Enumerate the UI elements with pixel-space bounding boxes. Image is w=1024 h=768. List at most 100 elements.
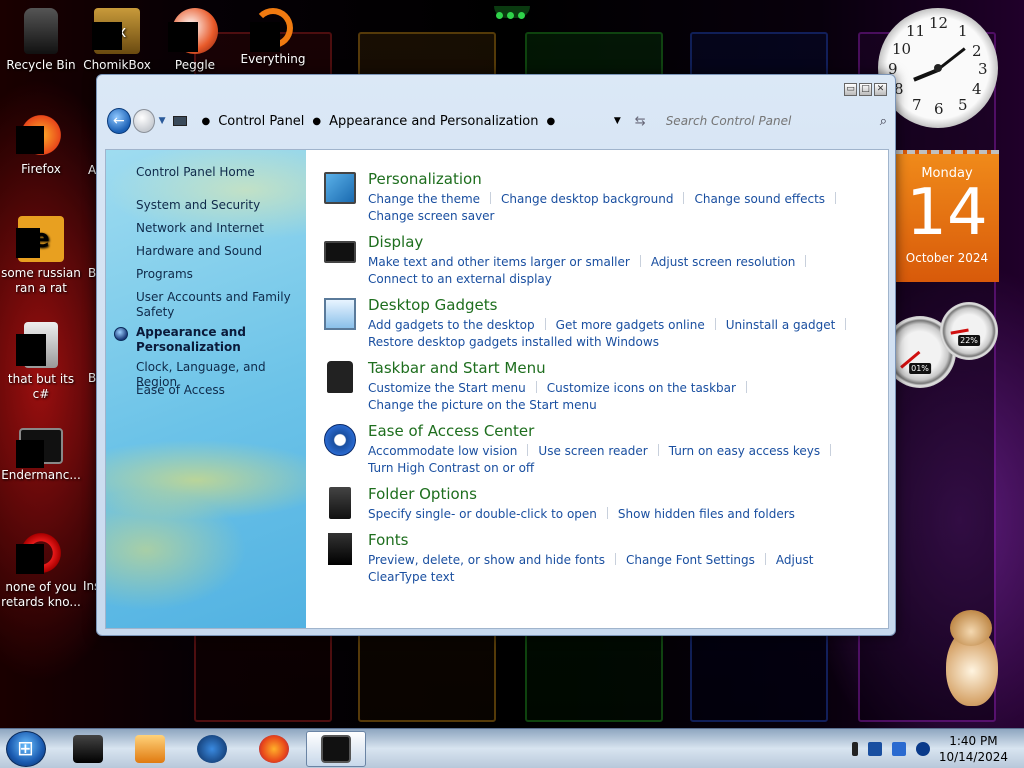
clock-number: 1 bbox=[958, 22, 968, 40]
breadcrumb-control-panel[interactable]: Control Panel bbox=[218, 114, 304, 129]
minimize-button[interactable]: ▭ bbox=[844, 83, 857, 96]
section-title[interactable]: Fonts bbox=[368, 531, 408, 549]
breadcrumb[interactable]: ● Control Panel ● Appearance and Persona… bbox=[173, 109, 563, 133]
address-dropdown[interactable]: ▼ bbox=[614, 116, 621, 126]
link-customize-taskbar-icons[interactable]: Customize icons on the taskbar bbox=[547, 381, 736, 395]
chevron-right-icon[interactable]: ● bbox=[547, 116, 556, 127]
link-screen-resolution[interactable]: Adjust screen resolution bbox=[651, 255, 796, 269]
desktop-icon-label: Everything bbox=[240, 52, 306, 66]
sidebar-item-programs[interactable]: Programs bbox=[136, 267, 301, 282]
memory-meter-gadget[interactable]: 22% bbox=[940, 302, 998, 360]
link-add-gadgets[interactable]: Add gadgets to the desktop bbox=[368, 318, 535, 332]
clock-number: 10 bbox=[892, 40, 912, 58]
calendar-date: 14 bbox=[906, 176, 988, 250]
sidebar-item-appearance: Appearance and Personalization bbox=[136, 325, 246, 354]
clock-number: 11 bbox=[906, 22, 926, 40]
chevron-right-icon[interactable]: ● bbox=[201, 116, 210, 127]
window-controls: ▭ □ ✕ bbox=[844, 83, 887, 96]
desktop-icon-label: Endermanc... bbox=[1, 468, 81, 482]
sidebar-item-network[interactable]: Network and Internet bbox=[136, 221, 301, 236]
breadcrumb-appearance[interactable]: Appearance and Personalization bbox=[329, 114, 538, 129]
link-customize-start[interactable]: Customize the Start menu bbox=[368, 381, 526, 395]
control-panel-window[interactable]: ▭ □ ✕ ← ▼ ● Control Panel ● Appearance a… bbox=[96, 74, 896, 636]
redaction-box bbox=[16, 544, 44, 574]
forward-button[interactable] bbox=[132, 109, 155, 133]
top-indicator bbox=[494, 6, 530, 19]
taskbar-media-player[interactable] bbox=[120, 731, 180, 767]
sidebar-item-system-security[interactable]: System and Security bbox=[136, 198, 301, 213]
link-preview-fonts[interactable]: Preview, delete, or show and hide fonts bbox=[368, 553, 605, 567]
taskbar-app-3[interactable] bbox=[182, 731, 242, 767]
close-button[interactable]: ✕ bbox=[874, 83, 887, 96]
link-easy-access-keys[interactable]: Turn on easy access keys bbox=[669, 444, 820, 458]
refresh-icon[interactable]: ⇆ bbox=[635, 114, 646, 129]
taskbar-clock[interactable]: 1:40 PM 10/14/2024 bbox=[939, 733, 1008, 765]
calendar-gadget[interactable]: Monday 14 October 2024 bbox=[895, 150, 999, 282]
sidebar: Control Panel Home System and Security N… bbox=[106, 150, 306, 628]
section-title[interactable]: Display bbox=[368, 233, 423, 251]
link-low-vision[interactable]: Accommodate low vision bbox=[368, 444, 517, 458]
taskbar-date: 10/14/2024 bbox=[938, 750, 1008, 764]
desktop-icon-label: ChomikBox bbox=[83, 58, 151, 72]
meter-needle bbox=[950, 328, 969, 335]
section-title[interactable]: Desktop Gadgets bbox=[368, 296, 497, 314]
clock-number: 6 bbox=[934, 100, 944, 118]
bluetooth-icon[interactable] bbox=[916, 742, 930, 756]
cpu-meter-value: 01% bbox=[909, 363, 931, 374]
link-screen-reader[interactable]: Use screen reader bbox=[538, 444, 647, 458]
taskbar-control-panel[interactable] bbox=[306, 731, 366, 767]
link-uninstall-gadget[interactable]: Uninstall a gadget bbox=[726, 318, 836, 332]
network-icon[interactable] bbox=[868, 742, 882, 756]
search-icon[interactable]: ⌕ bbox=[880, 114, 887, 129]
recent-pages-dropdown[interactable]: ▼ bbox=[159, 116, 166, 126]
section-links: Specify single- or double-click to open S… bbox=[368, 506, 868, 523]
redaction-box bbox=[16, 228, 40, 258]
hamster-pet[interactable] bbox=[940, 608, 1004, 708]
show-hidden-icons-icon[interactable] bbox=[852, 742, 858, 756]
address-bar: ← ▼ ● Control Panel ● Appearance and Per… bbox=[107, 105, 887, 137]
redaction-box bbox=[168, 22, 198, 52]
link-sound-effects[interactable]: Change sound effects bbox=[694, 192, 825, 206]
link-high-contrast[interactable]: Turn High Contrast on or off bbox=[368, 461, 534, 475]
taskbar-firefox[interactable] bbox=[244, 731, 304, 767]
sidebar-item-hardware[interactable]: Hardware and Sound bbox=[136, 244, 301, 259]
link-restore-gadgets[interactable]: Restore desktop gadgets installed with W… bbox=[368, 335, 659, 349]
clock-gadget[interactable]: 12 1 2 3 4 5 6 7 8 9 10 11 bbox=[878, 8, 998, 128]
link-font-settings[interactable]: Change Font Settings bbox=[626, 553, 755, 567]
section-title[interactable]: Taskbar and Start Menu bbox=[368, 359, 546, 377]
section-links: Preview, delete, or show and hide fonts C… bbox=[368, 552, 868, 586]
chevron-right-icon[interactable]: ● bbox=[312, 116, 321, 127]
link-click-to-open[interactable]: Specify single- or double-click to open bbox=[368, 507, 597, 521]
back-button[interactable]: ← bbox=[107, 108, 131, 134]
link-desktop-background[interactable]: Change desktop background bbox=[501, 192, 673, 206]
link-start-picture[interactable]: Change the picture on the Start menu bbox=[368, 398, 597, 412]
sidebar-item-user-accounts[interactable]: User Accounts and Family Safety bbox=[136, 290, 301, 320]
media-player-icon bbox=[135, 735, 165, 763]
link-change-theme[interactable]: Change the theme bbox=[368, 192, 480, 206]
hamster-head bbox=[950, 610, 992, 646]
section-title[interactable]: Personalization bbox=[368, 170, 482, 188]
section-title[interactable]: Ease of Access Center bbox=[368, 422, 534, 440]
sidebar-item-home[interactable]: Control Panel Home bbox=[136, 165, 301, 180]
volume-icon[interactable] bbox=[892, 742, 906, 756]
sidebar-item-ease-of-access[interactable]: Ease of Access bbox=[136, 383, 301, 398]
link-screen-saver[interactable]: Change screen saver bbox=[368, 209, 495, 223]
desktop-icon-recycle-bin[interactable]: Recycle Bin bbox=[0, 8, 82, 73]
link-external-display[interactable]: Connect to an external display bbox=[368, 272, 552, 286]
taskbar: 1:40 PM 10/14/2024 bbox=[0, 728, 1024, 768]
desktop-icon-rat[interactable]: e some russian ran a rat bbox=[0, 216, 82, 296]
control-panel-icon bbox=[321, 735, 351, 763]
redaction-box bbox=[16, 440, 44, 468]
section-links: Customize the Start menu Customize icons … bbox=[368, 380, 868, 414]
link-more-gadgets[interactable]: Get more gadgets online bbox=[556, 318, 705, 332]
redaction-box bbox=[16, 126, 44, 154]
link-hidden-files[interactable]: Show hidden files and folders bbox=[618, 507, 795, 521]
taskbar-app-1[interactable] bbox=[58, 731, 118, 767]
maximize-button[interactable]: □ bbox=[859, 83, 872, 96]
link-text-size[interactable]: Make text and other items larger or smal… bbox=[368, 255, 630, 269]
section-title[interactable]: Folder Options bbox=[368, 485, 477, 503]
ease-of-access-icon bbox=[324, 424, 356, 456]
clock-number: 4 bbox=[972, 80, 982, 98]
search-input[interactable] bbox=[659, 109, 878, 133]
start-button[interactable] bbox=[6, 731, 46, 767]
